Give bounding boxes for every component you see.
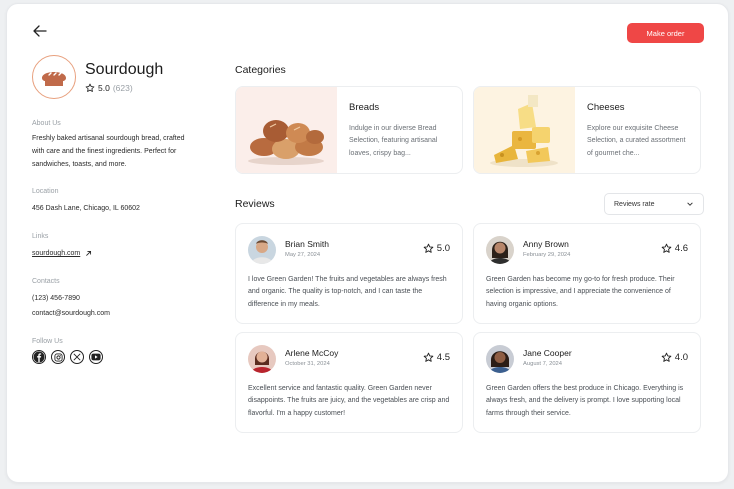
star-icon <box>85 83 95 92</box>
avatar <box>486 345 514 373</box>
review-rating-value: 4.5 <box>436 352 450 363</box>
website-link-text[interactable]: sourdough.com <box>32 247 80 260</box>
star-icon <box>661 243 672 253</box>
cheeses-image <box>474 87 575 173</box>
category-desc: Explore our exquisite Cheese Selection, … <box>587 125 686 157</box>
review-card: Brian Smith May 27, 2024 5.0 I love Gree… <box>235 223 463 324</box>
reviewer-name: Jane Cooper <box>523 348 572 358</box>
chevron-down-icon <box>687 202 693 206</box>
external-link-icon <box>86 250 92 256</box>
star-icon <box>661 352 672 362</box>
shop-rating-count: (623) <box>112 83 133 93</box>
category-desc: Indulge in our diverse Bread Selection, … <box>349 125 438 157</box>
review-rating: 4.0 <box>661 352 688 363</box>
make-order-button[interactable]: Make order <box>627 23 704 43</box>
shop-rating: 5.0 (623) <box>85 83 133 93</box>
review-date: May 27, 2024 <box>285 252 321 258</box>
categories-title: Categories <box>235 64 286 76</box>
review-rating: 4.5 <box>423 352 450 363</box>
instagram-icon[interactable] <box>51 350 65 364</box>
shop-name: Sourdough <box>85 61 164 78</box>
star-icon <box>423 352 434 362</box>
facebook-icon[interactable] <box>32 350 46 364</box>
phone-text[interactable]: (123) 456-7890 <box>32 292 80 305</box>
review-rating: 5.0 <box>423 243 450 254</box>
location-text: 456 Dash Lane, Chicago, IL 60602 <box>32 205 140 212</box>
review-rating-value: 4.6 <box>674 243 688 254</box>
follow-label: Follow Us <box>32 338 63 345</box>
star-icon <box>423 243 434 253</box>
youtube-icon[interactable] <box>89 350 103 364</box>
review-card: Jane Cooper August 7, 2024 4.0 Green Gar… <box>473 332 701 433</box>
review-text: Green Garden offers the best produce in … <box>486 385 684 417</box>
category-card-cheeses[interactable]: Cheeses Explore our exquisite Cheese Sel… <box>473 86 701 174</box>
x-icon[interactable] <box>70 350 84 364</box>
app-window: Make order Sourdough 5.0 (623) About Us … <box>6 3 729 483</box>
category-title: Cheeses <box>587 102 625 113</box>
review-date: August 7, 2024 <box>523 361 562 367</box>
links-label: Links <box>32 233 49 240</box>
reviews-title: Reviews <box>235 198 275 210</box>
reviews-sort-select[interactable]: Reviews rate <box>604 193 704 215</box>
about-text: Freshly baked artisanal sourdough bread,… <box>32 135 185 168</box>
review-rating-value: 4.0 <box>674 352 688 363</box>
reviewer-name: Brian Smith <box>285 239 329 249</box>
review-text: Green Garden has become my go-to for fre… <box>486 276 675 308</box>
reviews-sort-value: Reviews rate <box>614 200 655 208</box>
contacts-label: Contacts <box>32 278 60 285</box>
category-card-breads[interactable]: Breads Indulge in our diverse Bread Sele… <box>235 86 463 174</box>
avatar <box>486 236 514 264</box>
review-date: October 31, 2024 <box>285 361 330 367</box>
review-card: Arlene McCoy October 31, 2024 4.5 Excell… <box>235 332 463 433</box>
avatar <box>248 236 276 264</box>
review-rating: 4.6 <box>661 243 688 254</box>
email-text[interactable]: contact@sourdough.com <box>32 307 110 320</box>
avatar <box>248 345 276 373</box>
reviewer-name: Arlene McCoy <box>285 348 339 358</box>
back-arrow-icon[interactable] <box>31 22 49 40</box>
category-title: Breads <box>349 102 380 113</box>
shop-logo <box>32 55 76 99</box>
review-card: Anny Brown February 29, 2024 4.6 Green G… <box>473 223 701 324</box>
website-link[interactable]: sourdough.com <box>32 247 92 260</box>
shop-rating-value: 5.0 <box>98 83 110 93</box>
about-label: About Us <box>32 120 61 127</box>
bread-icon <box>42 72 66 86</box>
location-label: Location <box>32 188 59 195</box>
breads-image <box>236 87 337 173</box>
review-text: Excellent service and fantastic quality.… <box>248 385 450 417</box>
social-links <box>32 350 103 364</box>
reviewer-name: Anny Brown <box>523 239 569 249</box>
review-text: I love Green Garden! The fruits and vege… <box>248 276 447 308</box>
review-rating-value: 5.0 <box>436 243 450 254</box>
review-date: February 29, 2024 <box>523 252 571 258</box>
